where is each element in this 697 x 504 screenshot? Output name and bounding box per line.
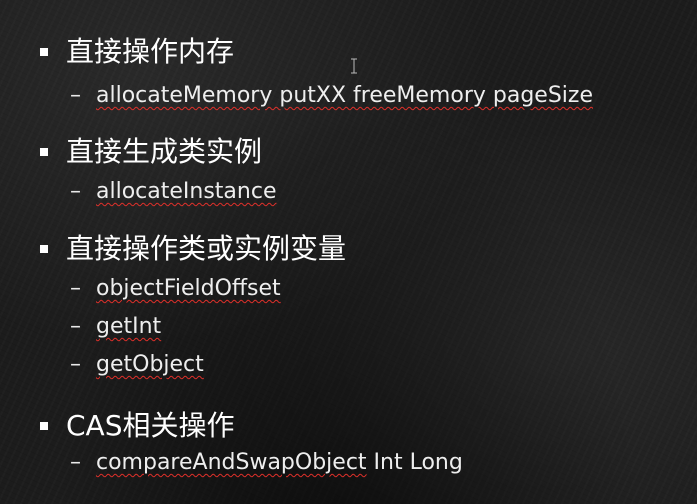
- sub-item-allocate-instance: allocateInstance: [96, 179, 277, 204]
- dash-icon: –: [70, 352, 81, 377]
- dash-icon: –: [70, 314, 81, 339]
- sub-item-get-object: getObject: [96, 352, 204, 377]
- dash-icon: –: [70, 83, 81, 108]
- dash-icon: –: [70, 179, 81, 204]
- bullet-icon: [40, 148, 48, 156]
- sub-item-compare-and-swap: compareAndSwapObject Int Long: [96, 449, 463, 477]
- dash-icon: –: [70, 276, 81, 301]
- sub-item-memory-methods: allocateMemory putXX freeMemory pageSize: [96, 83, 593, 108]
- dash-icon: –: [70, 450, 81, 475]
- bullet-icon: [40, 48, 48, 56]
- heading-direct-memory: 直接操作内存: [66, 35, 235, 68]
- bullet-icon: [40, 245, 48, 253]
- heading-generate-instance: 直接生成类实例: [66, 135, 263, 168]
- sub-item-compare-and-swap-object: compareAndSwapObject: [96, 450, 367, 475]
- slide-background: 直接操作内存 – allocateMemory putXX freeMemory…: [0, 0, 697, 504]
- heading-class-instance-vars: 直接操作类或实例变量: [66, 232, 347, 265]
- text-cursor-icon: [351, 58, 357, 74]
- sub-item-get-int: getInt: [96, 314, 162, 339]
- bullet-icon: [40, 422, 48, 430]
- sub-item-int-long: Int Long: [366, 450, 463, 475]
- sub-item-object-field-offset: objectFieldOffset: [96, 276, 281, 301]
- heading-cas-operations: CAS相关操作: [66, 409, 235, 442]
